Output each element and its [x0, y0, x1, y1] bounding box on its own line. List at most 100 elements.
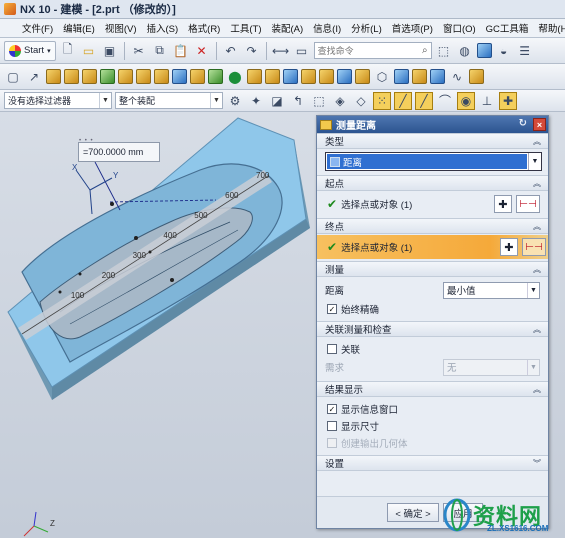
delete-face-icon[interactable]	[355, 69, 370, 84]
menu-item[interactable]: 首选项(P)	[387, 21, 438, 35]
sketch-icon[interactable]: ▢	[4, 68, 22, 86]
extrude-icon[interactable]	[46, 69, 61, 84]
chamfer-icon[interactable]	[136, 69, 151, 84]
section-end[interactable]: 终点 ︽	[317, 218, 548, 234]
snap-mid-icon[interactable]: ╱	[415, 91, 433, 110]
menu-item[interactable]: 文件(F)	[4, 21, 58, 35]
copy-icon[interactable]: ⧉	[151, 42, 169, 60]
section-assoc[interactable]: 关联测量和检查 ︽	[317, 321, 548, 337]
menu-item[interactable]: 插入(S)	[141, 21, 183, 35]
open-folder-icon[interactable]: ▭	[80, 42, 98, 60]
requirement-select[interactable]: 无 ▼	[443, 358, 540, 376]
measure-distance-icon[interactable]: ⟷	[272, 42, 290, 60]
select-feature-icon[interactable]: ✦	[247, 92, 265, 110]
undo-icon[interactable]: ↶	[222, 42, 240, 60]
trim-body-icon[interactable]	[172, 69, 187, 84]
mirror-icon[interactable]	[247, 69, 262, 84]
reset-icon[interactable]: ↻	[519, 118, 527, 129]
thicken-icon[interactable]	[301, 69, 316, 84]
always-accurate-checkbox[interactable]: ✓	[327, 303, 337, 314]
associative-row[interactable]: 关联	[325, 340, 542, 357]
create-output-geometry-checkbox[interactable]	[327, 437, 337, 448]
dimension-label[interactable]: • • • =700.0000 mm	[78, 138, 160, 162]
hole-icon[interactable]	[82, 69, 97, 84]
synchronous-icon[interactable]: ⬡	[373, 68, 391, 86]
section-type[interactable]: 类型 ︽	[317, 133, 548, 149]
ok-button[interactable]: < 确定 >	[387, 503, 439, 522]
draft-icon[interactable]	[190, 69, 205, 84]
shade-mode-icon[interactable]: ◒	[495, 42, 513, 60]
show-dimension-checkbox[interactable]	[327, 420, 337, 431]
select-edge-icon[interactable]: ↰	[289, 92, 307, 110]
menu-item[interactable]: GC工具箱	[481, 21, 534, 35]
show-info-window-checkbox[interactable]: ✓	[327, 403, 337, 414]
render-icon[interactable]: ◍	[456, 42, 474, 60]
section-results[interactable]: 结果显示 ︽	[317, 381, 548, 397]
section-settings[interactable]: 设置 ︾	[317, 455, 548, 471]
type-select[interactable]: 距离 ▼	[325, 152, 542, 171]
point-dialog-button[interactable]: ✚	[500, 238, 518, 256]
collapse-icon[interactable]: ︽	[533, 264, 541, 275]
menu-item[interactable]: 窗口(O)	[438, 21, 481, 35]
snap-line-icon[interactable]: ╱	[394, 91, 412, 110]
filter-settings-icon[interactable]: ⚙	[226, 92, 244, 110]
snap-endpoint-icon[interactable]: ◇	[352, 92, 370, 110]
snap-center-icon[interactable]: ◉	[457, 91, 475, 110]
point-constructor-button[interactable]: ⊢⊣	[522, 238, 546, 256]
cut-icon[interactable]: ✂	[130, 42, 148, 60]
end-point-select[interactable]: ✔ 选择点或对象 (1) ✚ ⊢⊣	[317, 235, 548, 259]
start-button[interactable]: Start ▾	[4, 40, 56, 61]
start-point-select[interactable]: ✔ 选择点或对象 (1) ✚ ⊢⊣	[325, 192, 542, 216]
body-icon[interactable]	[394, 69, 409, 84]
create-output-geometry-row[interactable]: 创建输出几何体	[325, 434, 542, 451]
collapse-icon[interactable]: ︽	[533, 221, 541, 232]
shaded-cube-icon[interactable]	[476, 43, 492, 58]
window-icon[interactable]: ▭	[293, 42, 311, 60]
command-search[interactable]: ⌕	[313, 42, 432, 59]
associative-checkbox[interactable]	[327, 343, 337, 354]
point-icon[interactable]: ⬤	[226, 68, 244, 86]
select-face-icon[interactable]: ◪	[268, 92, 286, 110]
menu-item[interactable]: 编辑(E)	[58, 21, 100, 35]
datum-icon[interactable]: ↗	[25, 68, 43, 86]
expand-icon[interactable]: ︾	[533, 458, 541, 469]
command-search-input[interactable]	[317, 45, 418, 56]
edge-blend-icon[interactable]	[118, 69, 133, 84]
mesh-icon[interactable]	[430, 69, 445, 84]
section-icon[interactable]	[469, 69, 484, 84]
replace-face-icon[interactable]	[337, 69, 352, 84]
section-measure[interactable]: 测量 ︽	[317, 261, 548, 277]
move-face-icon[interactable]	[319, 69, 334, 84]
delete-icon[interactable]: ✕	[193, 42, 211, 60]
show-dimension-row[interactable]: 显示尺寸	[325, 417, 542, 434]
point-constructor-button[interactable]: ⊢⊣	[516, 195, 540, 213]
offset-face-icon[interactable]	[265, 69, 280, 84]
menu-item[interactable]: 装配(A)	[267, 21, 309, 35]
collapse-icon[interactable]: ︽	[533, 178, 541, 189]
pattern-icon[interactable]	[208, 69, 223, 84]
select-body-icon[interactable]: ◈	[331, 92, 349, 110]
menu-item[interactable]: 工具(T)	[225, 21, 266, 35]
distance-select[interactable]: 最小值 ▼	[443, 281, 540, 299]
menu-item[interactable]: 格式(R)	[183, 21, 225, 35]
surface-icon[interactable]	[412, 69, 427, 84]
snap-arc-icon[interactable]: ⌒	[436, 92, 454, 110]
snap-point-icon[interactable]: ✚	[499, 91, 517, 110]
selection-box-icon[interactable]: ⬚	[310, 92, 328, 110]
view-icon[interactable]: ⬚	[435, 42, 453, 60]
snap-perp-icon[interactable]: ⊥	[478, 92, 496, 110]
assembly-scope-select[interactable]: 整个装配 ▼	[115, 92, 223, 109]
shell-icon[interactable]	[154, 69, 169, 84]
always-accurate-row[interactable]: ✓ 始终精确	[325, 300, 542, 317]
menu-item[interactable]: 分析(L)	[346, 21, 387, 35]
collapse-icon[interactable]: ︽	[533, 136, 541, 147]
section-start[interactable]: 起点 ︽	[317, 175, 548, 191]
paste-icon[interactable]: 📋	[172, 42, 190, 60]
curve-icon[interactable]: ∿	[448, 68, 466, 86]
menu-item[interactable]: 视图(V)	[100, 21, 142, 35]
menu-item[interactable]: 信息(I)	[308, 21, 346, 35]
search-icon[interactable]: ⌕	[422, 45, 428, 56]
boolean-icon[interactable]	[100, 69, 115, 84]
layer-icon[interactable]: ☰	[516, 42, 534, 60]
menu-item[interactable]: 帮助(H)	[533, 21, 565, 35]
